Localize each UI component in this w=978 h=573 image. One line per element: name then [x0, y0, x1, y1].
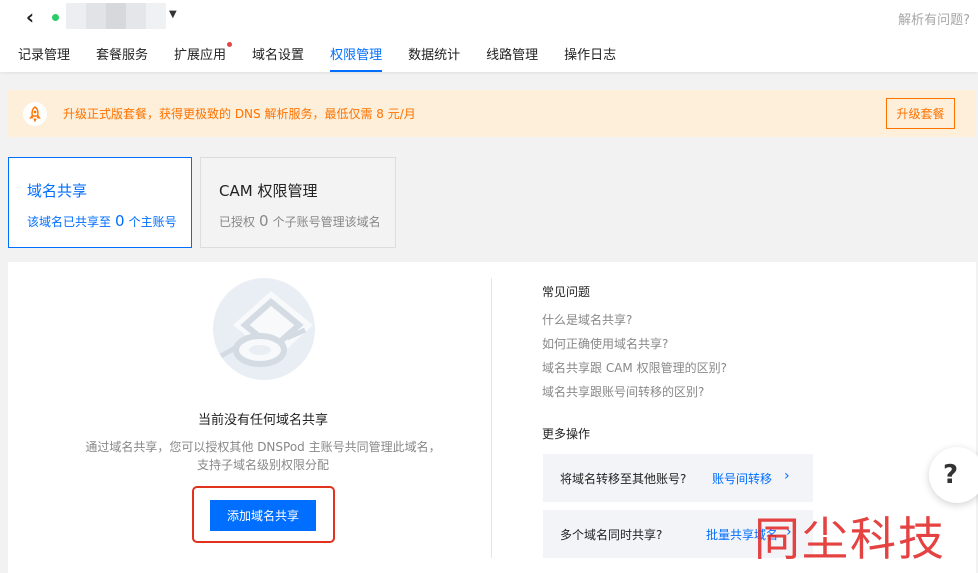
domain-name-redacted[interactable] [66, 3, 166, 29]
tab-label: 权限管理 [330, 48, 383, 63]
tab-label: 数据统计 [408, 48, 461, 63]
authorized-count: 0 [259, 212, 269, 230]
faq-link[interactable]: 什么是域名共享? [542, 312, 727, 336]
domain-tabs: 记录管理 套餐服务 扩展应用 域名设置 权限管理 数据统计 线路管理 操作日志 [18, 42, 642, 72]
transfer-account-card[interactable]: 将域名转移至其他账号? 账号间转移 › [543, 454, 813, 502]
card-title: CAM 权限管理 [219, 182, 318, 200]
empty-share-illustration-icon [213, 278, 315, 380]
rocket-icon [23, 102, 47, 126]
share-count: 0 [115, 212, 125, 230]
faq-link[interactable]: 域名共享跟账号间转移的区别? [542, 384, 727, 408]
tab-permission-management[interactable]: 权限管理 [330, 44, 383, 72]
description-line: 通过域名共享，您可以授权其他 DNSPod 主账号共同管理此域名， [85, 440, 441, 454]
account-transfer-link[interactable]: 账号间转移 [712, 470, 772, 487]
empty-state-description: 通过域名共享，您可以授权其他 DNSPod 主账号共同管理此域名， 支持子域名级… [8, 438, 518, 474]
top-header: ‹ ▼ 解析有问题? 记录管理 套餐服务 扩展应用 域名设置 权限管理 数据统计… [0, 0, 978, 72]
tab-line-management[interactable]: 线路管理 [486, 44, 538, 72]
card-title: 域名共享 [27, 182, 88, 200]
tab-label: 套餐服务 [96, 48, 149, 63]
description-line: 支持子域名级别权限分配 [196, 458, 329, 472]
tab-operation-log[interactable]: 操作日志 [564, 44, 616, 72]
floating-help-button[interactable]: ? [929, 447, 978, 503]
tab-package-service[interactable]: 套餐服务 [96, 44, 148, 72]
op-question: 多个域名同时共享? [560, 528, 663, 542]
tab-label: 扩展应用 [174, 48, 227, 63]
add-domain-share-button[interactable]: 添加域名共享 [210, 500, 316, 531]
faq-list: 什么是域名共享? 如何正确使用域名共享? 域名共享跟 CAM 权限管理的区别? … [542, 312, 727, 408]
tab-domain-settings[interactable]: 域名设置 [252, 44, 304, 72]
upgrade-banner: 升级正式版套餐，获得更极致的 DNS 解析服务，最低仅需 8 元/月 升级套餐 [8, 90, 976, 137]
chevron-right-icon[interactable]: › [784, 468, 790, 484]
more-actions-title: 更多操作 [542, 427, 591, 441]
tab-extensions[interactable]: 扩展应用 [174, 42, 233, 72]
desc-suffix: 个子账号管理该域名 [272, 215, 381, 229]
watermark-text: 同尘科技 [754, 512, 946, 566]
vertical-divider [491, 278, 492, 558]
domain-status-dot [52, 14, 59, 21]
domain-dropdown-caret-icon[interactable]: ▼ [169, 9, 177, 20]
faq-link[interactable]: 域名共享跟 CAM 权限管理的区别? [542, 360, 727, 384]
faq-link[interactable]: 如何正确使用域名共享? [542, 336, 727, 360]
op-question: 将域名转移至其他账号? [560, 472, 687, 486]
tab-label: 操作日志 [564, 48, 617, 63]
tab-statistics[interactable]: 数据统计 [408, 44, 460, 72]
card-description: 已授权 0 个子账号管理该域名 [219, 212, 381, 230]
empty-state-title: 当前没有任何域名共享 [197, 413, 328, 428]
tab-label: 记录管理 [18, 48, 71, 63]
faq-title: 常见问题 [542, 285, 591, 299]
cam-permission-card[interactable]: CAM 权限管理 已授权 0 个子账号管理该域名 [200, 157, 396, 248]
tab-label: 域名设置 [252, 48, 305, 63]
banner-message: 升级正式版套餐，获得更极致的 DNS 解析服务，最低仅需 8 元/月 [63, 107, 416, 121]
desc-prefix: 已授权 [219, 215, 256, 229]
upgrade-package-button[interactable]: 升级套餐 [886, 98, 955, 129]
desc-prefix: 该域名已共享至 [27, 215, 112, 229]
resolve-help-link[interactable]: 解析有问题? [898, 9, 970, 28]
tab-label: 线路管理 [486, 48, 539, 63]
domain-share-card[interactable]: 域名共享 该域名已共享至 0 个主账号 [8, 157, 192, 248]
back-chevron-icon[interactable]: ‹ [20, 5, 40, 29]
card-description: 该域名已共享至 0 个主账号 [27, 212, 177, 230]
tab-record-management[interactable]: 记录管理 [18, 44, 70, 72]
desc-suffix: 个主账号 [128, 215, 177, 229]
notification-dot [227, 42, 233, 47]
